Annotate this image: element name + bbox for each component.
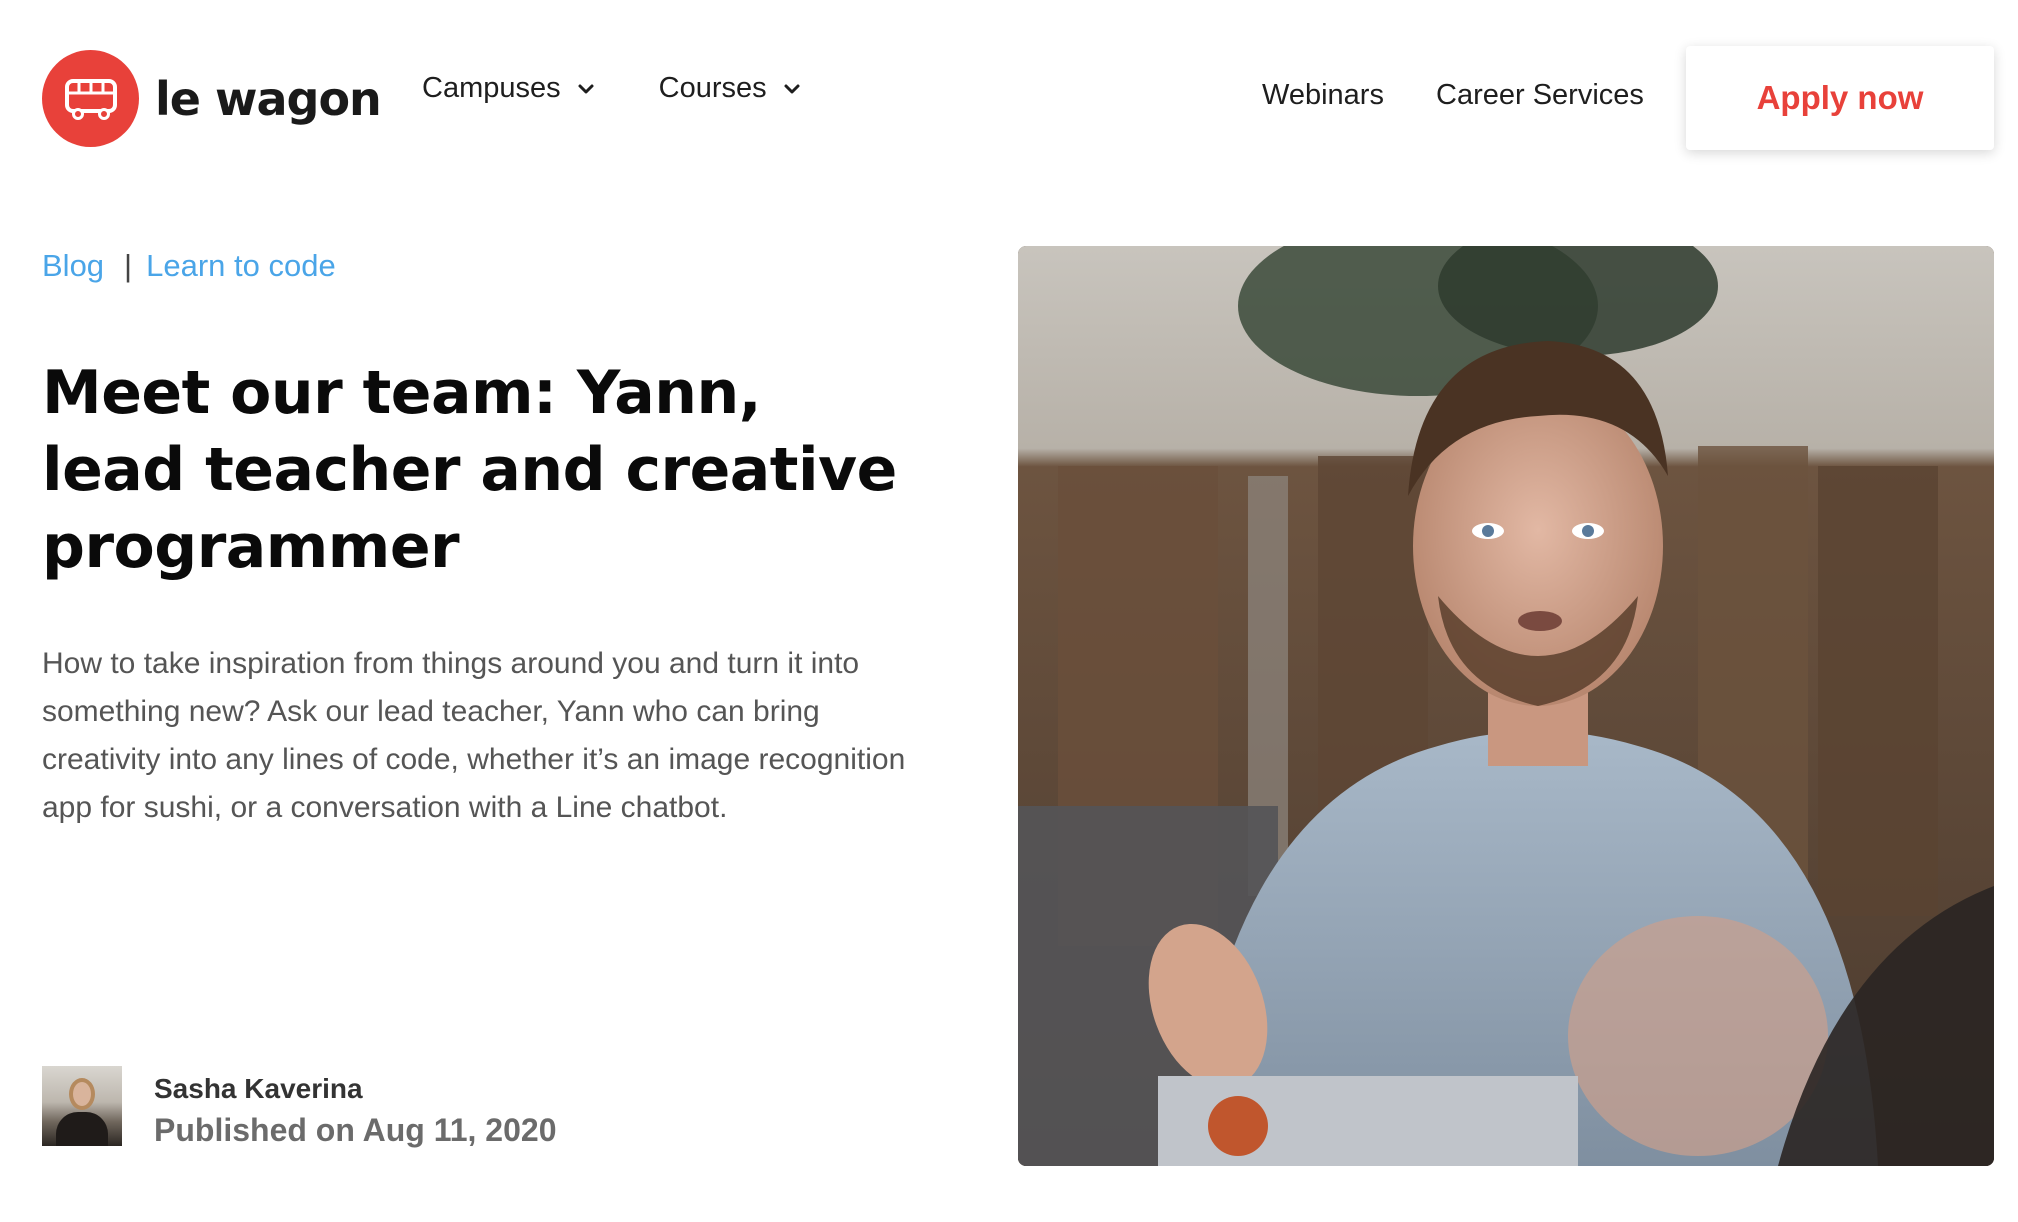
chevron-down-icon: [784, 84, 800, 93]
logo-link[interactable]: le wagon: [42, 50, 382, 147]
article-title: Meet our team: Yann, lead teacher and cr…: [42, 358, 897, 582]
breadcrumb-separator: |: [124, 248, 133, 283]
article-lede: How to take inspiration from things arou…: [42, 647, 906, 824]
nav-courses-dropdown[interactable]: Courses: [659, 72, 801, 105]
author-meta: Sasha Kaverina Published on Aug 11, 2020: [154, 1066, 556, 1152]
breadcrumb-learn-to-code-link[interactable]: Learn to code: [146, 248, 336, 284]
breadcrumb: Blog | Learn to code: [42, 248, 336, 284]
hero-image: [1018, 246, 1994, 1166]
breadcrumb-blog-link[interactable]: Blog: [42, 248, 104, 284]
avatar: [42, 1066, 122, 1146]
bus-icon: [42, 50, 139, 147]
site-header: le wagon Campuses Courses Webinars Caree…: [0, 0, 2018, 195]
chevron-down-icon: [578, 84, 594, 93]
author-block: Sasha Kaverina Published on Aug 11, 2020: [42, 1066, 556, 1152]
nav-webinars-link[interactable]: Webinars: [1262, 79, 1384, 112]
nav-courses-label: Courses: [658, 72, 767, 104]
nav-campuses-dropdown[interactable]: Campuses: [422, 72, 595, 105]
author-name: Sasha Kaverina: [154, 1073, 363, 1104]
apply-now-button[interactable]: Apply now: [1686, 46, 1994, 150]
nav-campuses-label: Campuses: [422, 72, 561, 104]
published-date: Published on Aug 11, 2020: [154, 1112, 557, 1148]
logo-text: le wagon: [155, 71, 382, 126]
primary-nav: Campuses Courses: [422, 72, 801, 105]
nav-career-services-link[interactable]: Career Services: [1436, 79, 1644, 112]
